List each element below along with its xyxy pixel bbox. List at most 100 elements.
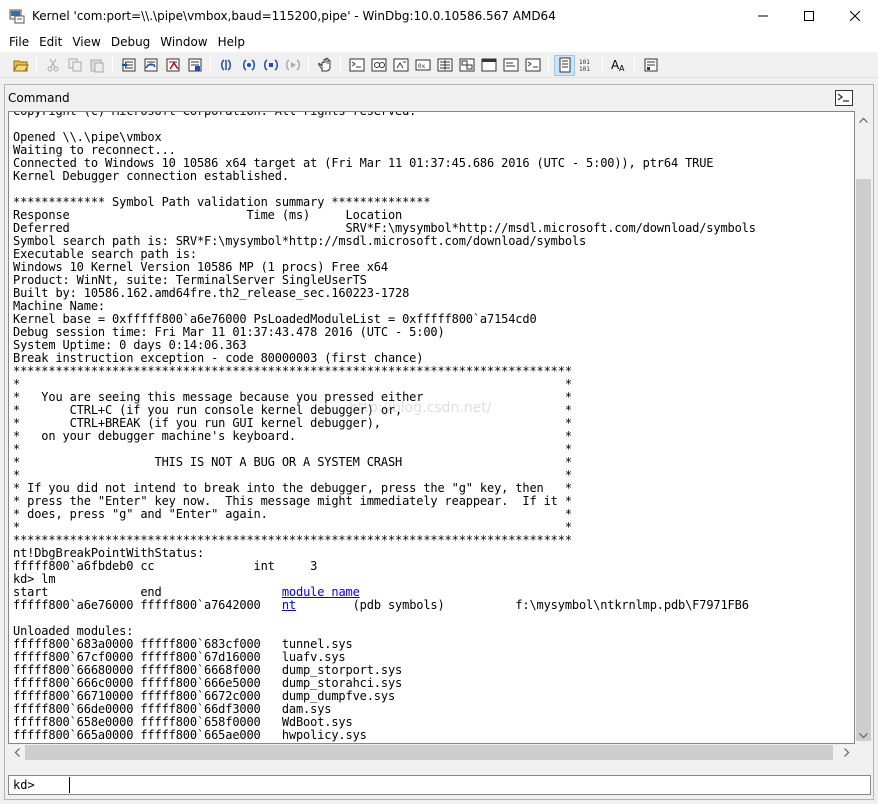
command-prompt-icon bbox=[835, 90, 853, 106]
processes-threads-icon bbox=[525, 58, 540, 72]
watermark: http://blog.csdn.net/ bbox=[349, 400, 492, 416]
command-input[interactable] bbox=[70, 776, 870, 794]
step-into-icon bbox=[121, 58, 135, 72]
go-button[interactable] bbox=[282, 55, 303, 76]
go-icon bbox=[285, 59, 300, 71]
output-line: Kernel Debugger connection established. bbox=[13, 169, 289, 183]
module-nt-link[interactable]: nt bbox=[282, 598, 296, 612]
scratch-pad-button[interactable] bbox=[500, 55, 521, 76]
lm-header-text: start end bbox=[13, 585, 282, 599]
toolbar: 0x 101 101 AA bbox=[0, 53, 878, 78]
menu-file[interactable]: File bbox=[4, 32, 34, 52]
hand-icon bbox=[317, 57, 330, 72]
paste-button[interactable] bbox=[86, 55, 107, 76]
toolbar-separator bbox=[112, 56, 113, 74]
command-window: Command Copyright (c) Microsoft Corporat… bbox=[4, 84, 874, 800]
memory-window-button[interactable] bbox=[434, 55, 455, 76]
cut-button[interactable] bbox=[42, 55, 63, 76]
command-prompt-button[interactable] bbox=[835, 90, 853, 106]
minimize-button[interactable] bbox=[740, 0, 786, 32]
run-to-cursor-icon bbox=[188, 58, 201, 72]
break-icon bbox=[242, 59, 255, 71]
window-controls bbox=[740, 0, 878, 32]
font-button[interactable]: AA bbox=[608, 55, 629, 76]
output-line: Copyright (c) Microsoft Corporation. All… bbox=[13, 111, 417, 118]
toolbar-separator bbox=[340, 56, 341, 74]
close-button[interactable] bbox=[832, 0, 878, 32]
horizontal-scrollbar[interactable] bbox=[8, 744, 855, 761]
copy-icon bbox=[68, 58, 81, 72]
svg-text:101: 101 bbox=[579, 59, 590, 66]
svg-text:101: 101 bbox=[579, 66, 590, 73]
options-button[interactable] bbox=[640, 55, 661, 76]
stop-icon bbox=[263, 59, 278, 71]
lm-module-row: fffff800`a6e76000 fffff800`a7642000 nt (… bbox=[13, 599, 756, 612]
menu-edit[interactable]: Edit bbox=[34, 32, 67, 52]
source-mode-button[interactable] bbox=[554, 54, 575, 76]
toolbar-separator bbox=[308, 56, 309, 74]
options-icon bbox=[644, 58, 657, 72]
lm-row-symbols: (pdb symbols) f:\mysymbol\ntkrnlmp.pdb\F… bbox=[296, 598, 749, 612]
scroll-up-button[interactable] bbox=[855, 111, 872, 128]
module-name-link[interactable]: module name bbox=[282, 585, 360, 599]
menu-debug[interactable]: Debug bbox=[106, 32, 155, 52]
command-window-icon bbox=[349, 58, 364, 72]
processes-threads-button[interactable] bbox=[522, 55, 543, 76]
command-window-button[interactable] bbox=[346, 55, 367, 76]
disassembly-window-button[interactable] bbox=[478, 55, 499, 76]
scratch-pad-icon bbox=[503, 58, 518, 72]
hand-button[interactable] bbox=[314, 55, 335, 76]
chevron-left-icon bbox=[14, 748, 20, 757]
svg-text:A: A bbox=[619, 64, 625, 73]
disassembly-window-icon bbox=[481, 58, 496, 72]
registers-window-button[interactable]: 0x bbox=[412, 55, 433, 76]
toolbar-separator bbox=[602, 56, 603, 74]
scroll-right-button[interactable] bbox=[838, 744, 855, 761]
run-to-cursor-button[interactable] bbox=[184, 55, 205, 76]
toolbar-separator bbox=[210, 56, 211, 74]
open-button[interactable] bbox=[10, 55, 31, 76]
vertical-scroll-thumb[interactable] bbox=[856, 179, 871, 741]
watch-window-button[interactable] bbox=[368, 55, 389, 76]
call-stack-window-icon bbox=[459, 58, 474, 72]
maximize-button[interactable] bbox=[786, 0, 832, 32]
menu-help[interactable]: Help bbox=[213, 32, 250, 52]
scroll-down-button[interactable] bbox=[855, 727, 872, 744]
output-line: Built by: 10586.162.amd64fre.th2_release… bbox=[13, 286, 410, 300]
title-bar: Kernel 'com:port=\\.\pipe\vmbox,baud=115… bbox=[0, 0, 878, 32]
menu-window[interactable]: Window bbox=[155, 32, 212, 52]
hex-mode-button[interactable]: 101 101 bbox=[576, 55, 597, 76]
toolbar-separator bbox=[36, 56, 37, 74]
cut-icon bbox=[47, 58, 58, 72]
command-input-prompt: kd> bbox=[13, 778, 35, 792]
open-icon bbox=[12, 60, 29, 72]
break-button[interactable] bbox=[238, 55, 259, 76]
toolbar-separator bbox=[634, 56, 635, 74]
copy-button[interactable] bbox=[64, 55, 85, 76]
lm-row-range: fffff800`a6e76000 fffff800`a7642000 bbox=[13, 598, 282, 612]
step-out-button[interactable] bbox=[162, 55, 183, 76]
step-over-icon bbox=[144, 58, 157, 72]
window-title: Kernel 'com:port=\\.\pipe\vmbox,baud=115… bbox=[32, 9, 556, 23]
menu-bar: File Edit View Debug Window Help bbox=[0, 32, 878, 52]
paste-icon bbox=[90, 59, 103, 73]
minimize-icon bbox=[758, 15, 768, 17]
svg-text:0x: 0x bbox=[418, 63, 426, 70]
step-into-button[interactable] bbox=[118, 55, 139, 76]
command-output[interactable]: Copyright (c) Microsoft Corporation. All… bbox=[8, 111, 855, 744]
horizontal-scroll-thumb[interactable] bbox=[25, 745, 833, 760]
chevron-up-icon bbox=[859, 117, 868, 123]
stop-button[interactable] bbox=[260, 55, 281, 76]
restart-button[interactable] bbox=[216, 55, 237, 76]
scroll-left-button[interactable] bbox=[8, 744, 25, 761]
vertical-scrollbar[interactable] bbox=[855, 111, 872, 744]
restart-icon bbox=[220, 59, 231, 71]
menu-view[interactable]: View bbox=[67, 32, 105, 52]
call-stack-window-button[interactable] bbox=[456, 55, 477, 76]
step-over-button[interactable] bbox=[140, 55, 161, 76]
windbg-app-icon[interactable] bbox=[9, 8, 25, 24]
chevron-right-icon bbox=[843, 748, 849, 757]
locals-window-button[interactable] bbox=[390, 55, 411, 76]
source-mode-icon bbox=[559, 57, 570, 73]
toolbar-separator bbox=[548, 56, 549, 74]
